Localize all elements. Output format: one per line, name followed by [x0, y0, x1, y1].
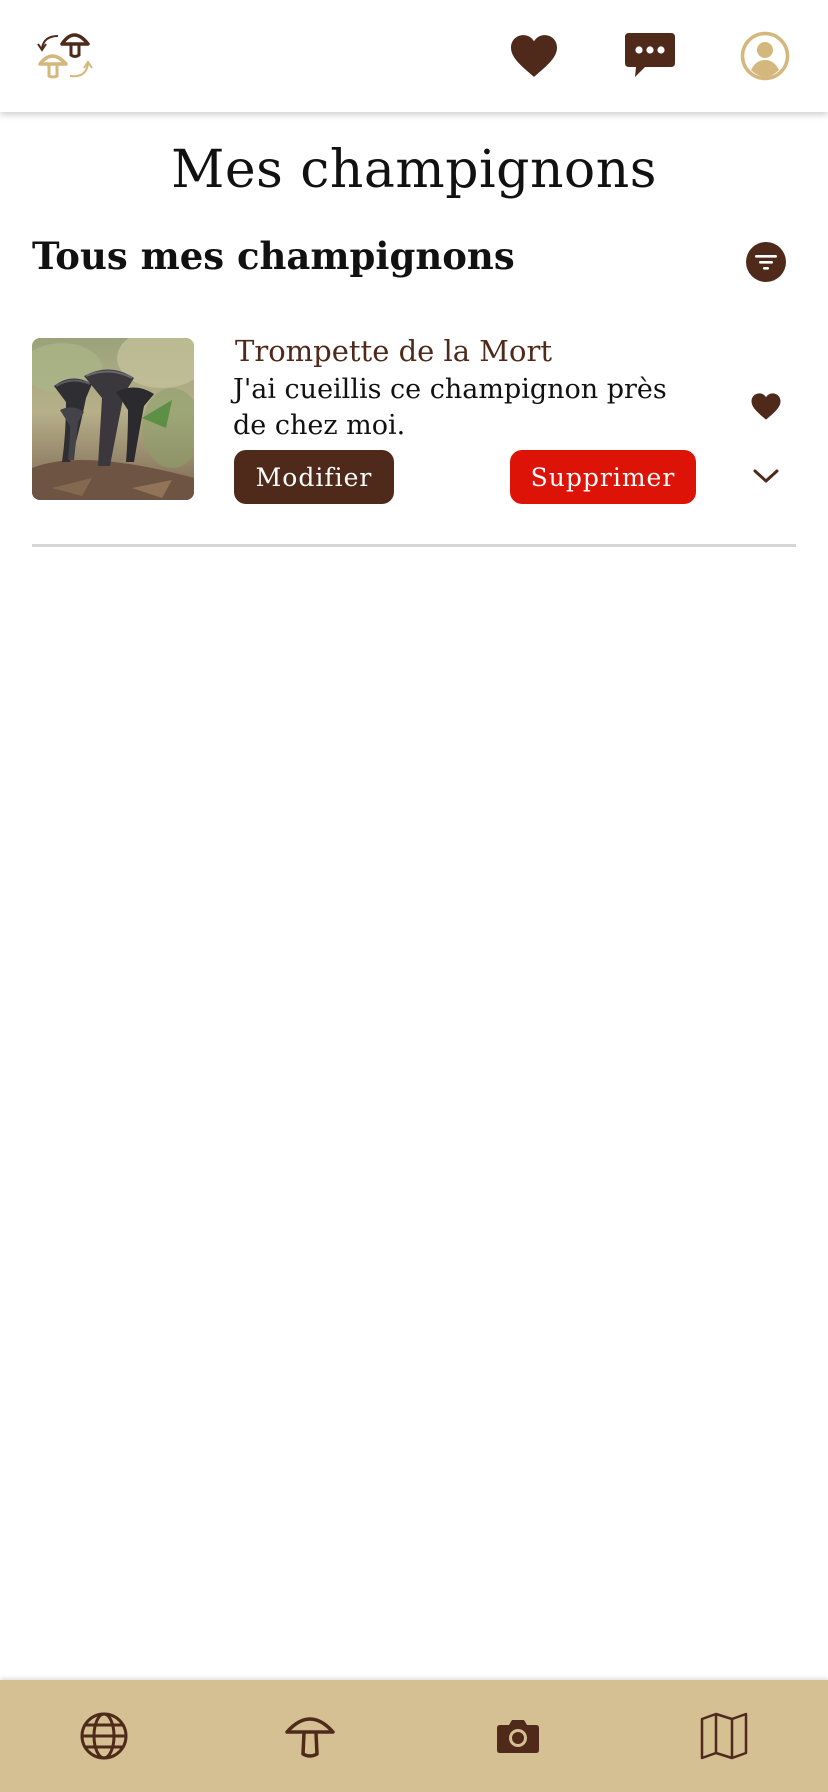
- camera-icon: [497, 1720, 539, 1753]
- filter-icon: [755, 255, 777, 270]
- heart-icon: [751, 392, 781, 420]
- messages-button[interactable]: [622, 28, 678, 84]
- section-title: Tous mes champignons: [32, 234, 515, 278]
- top-bar: [0, 0, 828, 112]
- nav-explore[interactable]: [72, 1704, 136, 1768]
- delete-button[interactable]: Supprimer: [510, 450, 696, 504]
- expand-button[interactable]: [748, 458, 784, 494]
- page-title: Mes champignons: [171, 140, 657, 200]
- profile-button[interactable]: [737, 28, 793, 84]
- mushroom-icon: [285, 1717, 335, 1758]
- bottom-navigation: [0, 1680, 828, 1792]
- app-logo[interactable]: [36, 24, 104, 88]
- filter-button[interactable]: [746, 242, 786, 282]
- heart-icon: [511, 35, 557, 77]
- card-divider: [32, 544, 796, 547]
- edit-button[interactable]: Modifier: [234, 450, 394, 504]
- globe-icon: [80, 1712, 128, 1760]
- favorites-button[interactable]: [506, 28, 562, 84]
- chevron-down-icon: [753, 469, 779, 483]
- chat-bubble-icon: [625, 33, 675, 77]
- favorite-toggle[interactable]: [748, 388, 784, 424]
- mushroom-card[interactable]: Trompette de la Mort J'ai cueillis ce ch…: [32, 334, 796, 504]
- nav-camera[interactable]: [486, 1704, 550, 1768]
- mushroom-photo[interactable]: [32, 338, 194, 500]
- user-circle-icon: [740, 31, 790, 81]
- mushroom-description: J'ai cueillis ce champignon près de chez…: [233, 374, 667, 441]
- mushroom-name: Trompette de la Mort: [235, 334, 552, 368]
- nav-my-mushrooms[interactable]: [278, 1704, 342, 1768]
- nav-map[interactable]: [692, 1704, 756, 1768]
- map-icon: [700, 1712, 748, 1760]
